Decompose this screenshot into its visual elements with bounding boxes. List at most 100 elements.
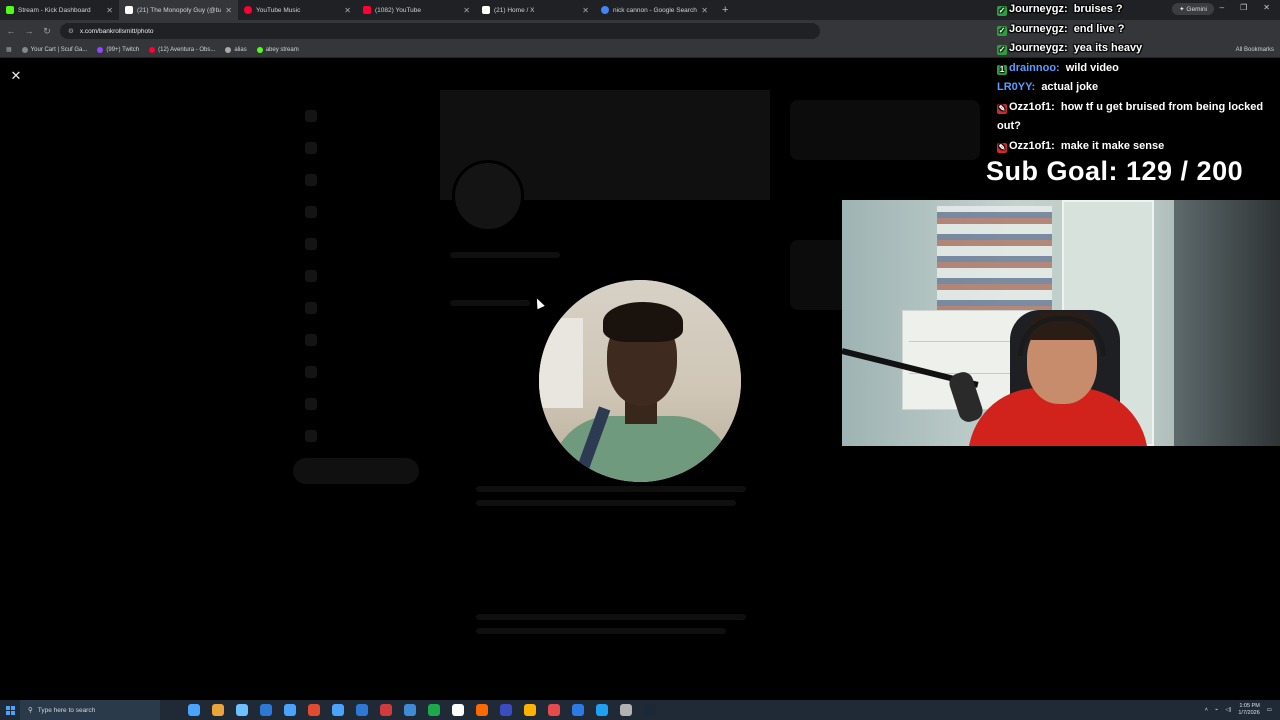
x-logo-icon [125,6,133,14]
bookmark-item[interactable]: alias [225,46,247,53]
chat-username: drainnoo: [1009,61,1060,74]
close-photo-button[interactable]: ✕ [8,68,24,84]
new-tab-button[interactable]: + [714,4,736,16]
tab-youtube-music[interactable]: YouTube Music ✕ [238,0,357,20]
taskbar-app-icon[interactable] [284,704,296,716]
chat-username: LR0YY: [997,81,1036,93]
dimmed-live-panel [790,100,980,160]
apps-grid-icon[interactable]: ▦ [6,46,12,53]
taskbar-app-icon[interactable] [308,704,320,716]
dimmed-text-line [476,486,746,492]
taskbar-app-icon[interactable] [236,704,248,716]
close-tab-icon[interactable]: ✕ [582,6,589,15]
taskbar-app-icon[interactable] [500,704,512,716]
system-tray: ˄ ⌁ ◁) 1:05 PM 1/7/2026 ▭ [1205,700,1272,720]
taskbar-app-icon[interactable] [332,704,344,716]
chat-message: 1 drainnoo: wild video [997,59,1280,79]
taskbar-app-icon[interactable] [644,704,656,716]
chat-text: bruises ? [1073,3,1123,15]
taskbar-app-icon[interactable] [212,704,224,716]
notification-icon[interactable]: ▭ [1267,707,1272,713]
taskbar-app-icon[interactable] [572,704,584,716]
back-icon[interactable]: ← [6,26,16,36]
close-tab-icon[interactable]: ✕ [106,6,113,15]
bookmark-item[interactable]: (99+) Twitch [97,46,139,53]
more-icon [305,430,317,442]
list-icon [305,302,317,314]
stream-chat-overlay: ✓ Journeygz: bruises ? ✓ Journeygz: end live… [997,0,1280,156]
close-tab-icon[interactable]: ✕ [225,6,232,15]
dimmed-nav-item [305,388,317,420]
premium-icon [305,270,317,282]
reload-icon[interactable]: ↻ [42,26,52,37]
bookmark-label: Your Cart | Scuf Ga... [30,46,88,53]
chat-text: actual joke [1041,81,1099,93]
dimmed-nav-item [305,356,317,388]
tab-kick-dashboard[interactable]: Stream - Kick Dashboard ✕ [0,0,119,20]
clock-date: 1/7/2026 [1238,710,1260,716]
tab-monopoly-guy[interactable]: (21) The Monopoly Guy (@ban ✕ [119,0,238,20]
forward-icon[interactable]: → [24,26,34,36]
dimmed-post-button [293,458,419,484]
clock-time: 1:05 PM [1239,703,1260,709]
dimmed-nav-item [305,292,317,324]
taskbar: ⚲ Type here to search ˄ ⌁ ◁) 1:05 PM 1/7… [0,700,1280,720]
taskbar-app-icon[interactable] [596,704,608,716]
taskbar-app-icon[interactable] [428,704,440,716]
close-tab-icon[interactable]: ✕ [701,6,708,15]
globe-icon [225,46,232,53]
pencil-icon: ✎ [997,142,1007,153]
volume-icon[interactable]: ◁) [1225,707,1231,713]
chevron-up-icon[interactable]: ˄ [1205,707,1208,713]
chat-icon [305,206,317,218]
tab-google-search[interactable]: nick cannon - Google Search ✕ [595,0,714,20]
dimmed-text-line [450,252,560,258]
chat-message: ✓ Journeygz: bruises ? [997,0,1280,20]
taskbar-app-icon[interactable] [404,704,416,716]
dimmed-text-line [476,628,726,634]
bookmark-item[interactable]: Your Cart | Scuf Ga... [21,46,88,53]
dimmed-nav-item [305,164,317,196]
tab-label: Stream - Kick Dashboard [18,6,91,14]
kick-icon [6,6,14,14]
tab-youtube[interactable]: (1082) YouTube ✕ [357,0,476,20]
taskbar-app-icon[interactable] [452,704,464,716]
chat-username: Journeygz: [1009,22,1068,35]
taskbar-app-icon[interactable] [548,704,560,716]
taskbar-app-icon[interactable] [188,704,200,716]
bookmark-item[interactable]: abey stream [256,46,299,53]
webcam-feed [842,200,1280,446]
close-tab-icon[interactable]: ✕ [344,6,351,15]
bookmark-item[interactable]: (12) Aventura - Obs... [149,46,215,53]
taskbar-app-icon[interactable] [620,704,632,716]
twitch-icon [97,46,104,53]
taskbar-app-icon[interactable] [476,704,488,716]
search-icon [305,142,317,154]
chat-username: Ozz1of1: [1009,100,1055,113]
taskbar-app-icon[interactable] [356,704,368,716]
youtube-music-icon [244,6,252,14]
network-icon[interactable]: ⌁ [1215,707,1218,713]
grok-icon [305,238,317,250]
bookmark-icon [21,46,28,53]
url-field[interactable]: ⚙ x.com/bankrollsmitt/photo [60,23,820,39]
chat-text: wild video [1065,61,1119,74]
close-tab-icon[interactable]: ✕ [463,6,470,15]
taskbar-search[interactable]: ⚲ Type here to search [20,700,160,720]
start-button[interactable] [0,700,20,720]
google-icon [601,6,609,14]
search-icon: ⚲ [28,707,33,714]
taskbar-app-icon[interactable] [380,704,392,716]
tab-x-home[interactable]: (21) Home / X ✕ [476,0,595,20]
taskbar-app-icon[interactable] [524,704,536,716]
taskbar-app-icon[interactable] [260,704,272,716]
chat-username: Journeygz: [1009,42,1068,54]
chat-username: Ozz1of1: [1009,139,1055,152]
chat-text: end live ? [1073,22,1125,35]
clock[interactable]: 1:05 PM 1/7/2026 [1238,703,1259,717]
windows-icon [5,705,15,715]
taskbar-apps [188,704,656,716]
bell-icon [305,174,317,186]
site-info-icon[interactable]: ⚙ [68,27,74,35]
tab-label: (21) The Monopoly Guy (@ban [137,6,222,14]
